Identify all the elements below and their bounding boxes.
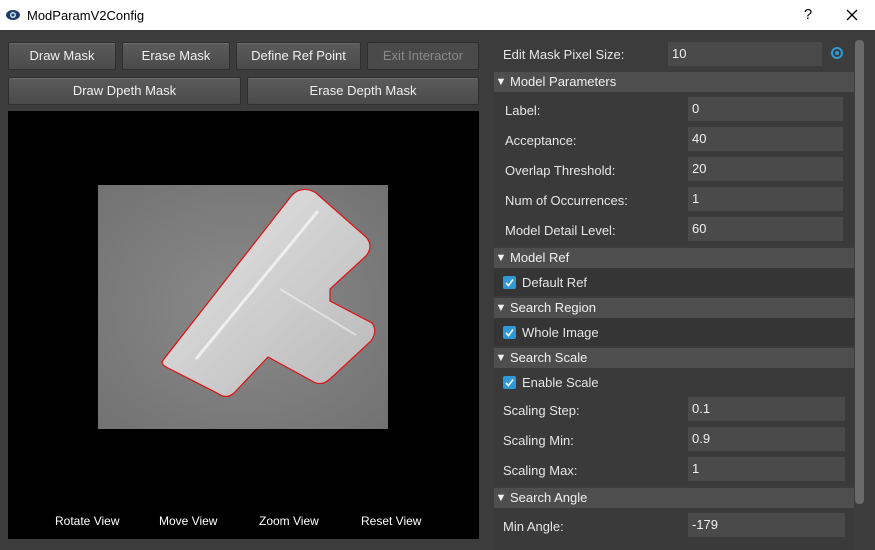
title-bar: ModParamV2Config ? [0, 0, 875, 30]
window-title: ModParamV2Config [27, 8, 145, 23]
search-region-header[interactable]: ▼ Search Region [494, 298, 854, 318]
define-ref-point-button[interactable]: Define Ref Point [236, 42, 361, 70]
edit-mask-pixel-size-input[interactable]: 10 [668, 42, 822, 66]
close-button[interactable] [840, 4, 864, 26]
num-of-occurrences-label: Num of Occurrences: [505, 193, 628, 208]
check-icon [505, 379, 514, 387]
scaling-min-label: Scaling Min: [503, 433, 574, 448]
checkbox-checked[interactable] [503, 326, 516, 339]
model-ref-header[interactable]: ▼ Model Ref [494, 248, 854, 268]
rotate-view-button[interactable]: Rotate View [55, 514, 119, 528]
reset-view-button[interactable]: Reset View [361, 514, 421, 528]
scaling-min-input[interactable]: 0.9 [688, 427, 845, 451]
search-scale-header[interactable]: ▼ Search Scale [494, 348, 854, 368]
triangle-down-icon: ▼ [495, 252, 507, 264]
scaling-max-input[interactable]: 1 [688, 457, 845, 481]
min-angle-input[interactable]: -179 [688, 513, 845, 537]
acceptance-label: Acceptance: [505, 133, 577, 148]
erase-mask-button[interactable]: Erase Mask [122, 42, 230, 70]
label-input[interactable]: 0 [688, 97, 843, 121]
move-view-button[interactable]: Move View [159, 514, 217, 528]
check-icon [505, 279, 514, 287]
triangle-down-icon: ▼ [495, 352, 507, 364]
scaling-step-label: Scaling Step: [503, 403, 580, 418]
close-icon [846, 9, 858, 21]
checkbox-checked[interactable] [503, 376, 516, 389]
num-of-occurrences-input[interactable]: 1 [688, 187, 843, 211]
model-detail-level-label: Model Detail Level: [505, 223, 616, 238]
zoom-view-button[interactable]: Zoom View [259, 514, 319, 528]
acceptance-input[interactable]: 40 [688, 127, 843, 151]
triangle-down-icon: ▼ [495, 302, 507, 314]
help-button[interactable]: ? [798, 4, 818, 26]
overlap-threshold-label: Overlap Threshold: [505, 163, 616, 178]
model-parameters-header[interactable]: ▼ Model Parameters [494, 72, 854, 92]
model-detail-level-input[interactable]: 60 [688, 217, 843, 241]
min-angle-label: Min Angle: [503, 519, 564, 534]
edit-mask-radio[interactable] [831, 47, 843, 59]
checkbox-checked[interactable] [503, 276, 516, 289]
search-angle-header[interactable]: ▼ Search Angle [494, 488, 854, 508]
part-image [98, 185, 388, 429]
scaling-step-input[interactable]: 0.1 [688, 397, 845, 421]
overlap-threshold-input[interactable]: 20 [688, 157, 843, 181]
scaling-max-label: Scaling Max: [503, 463, 578, 478]
label-field-label: Label: [505, 103, 541, 118]
erase-depth-mask-button[interactable]: Erase Depth Mask [247, 77, 479, 105]
check-icon [505, 329, 514, 337]
image-viewer[interactable]: Rotate View Move View Zoom View Reset Vi… [8, 111, 479, 539]
edit-mask-pixel-size-label: Edit Mask Pixel Size: [503, 47, 625, 62]
app-eye-icon [6, 10, 20, 20]
draw-mask-button[interactable]: Draw Mask [8, 42, 116, 70]
draw-depth-mask-button[interactable]: Draw Dpeth Mask [8, 77, 241, 105]
panel-scrollbar[interactable] [855, 40, 864, 504]
exit-interactor-button[interactable]: Exit Interactor [367, 42, 479, 70]
triangle-down-icon: ▼ [495, 76, 507, 88]
triangle-down-icon: ▼ [495, 492, 507, 504]
